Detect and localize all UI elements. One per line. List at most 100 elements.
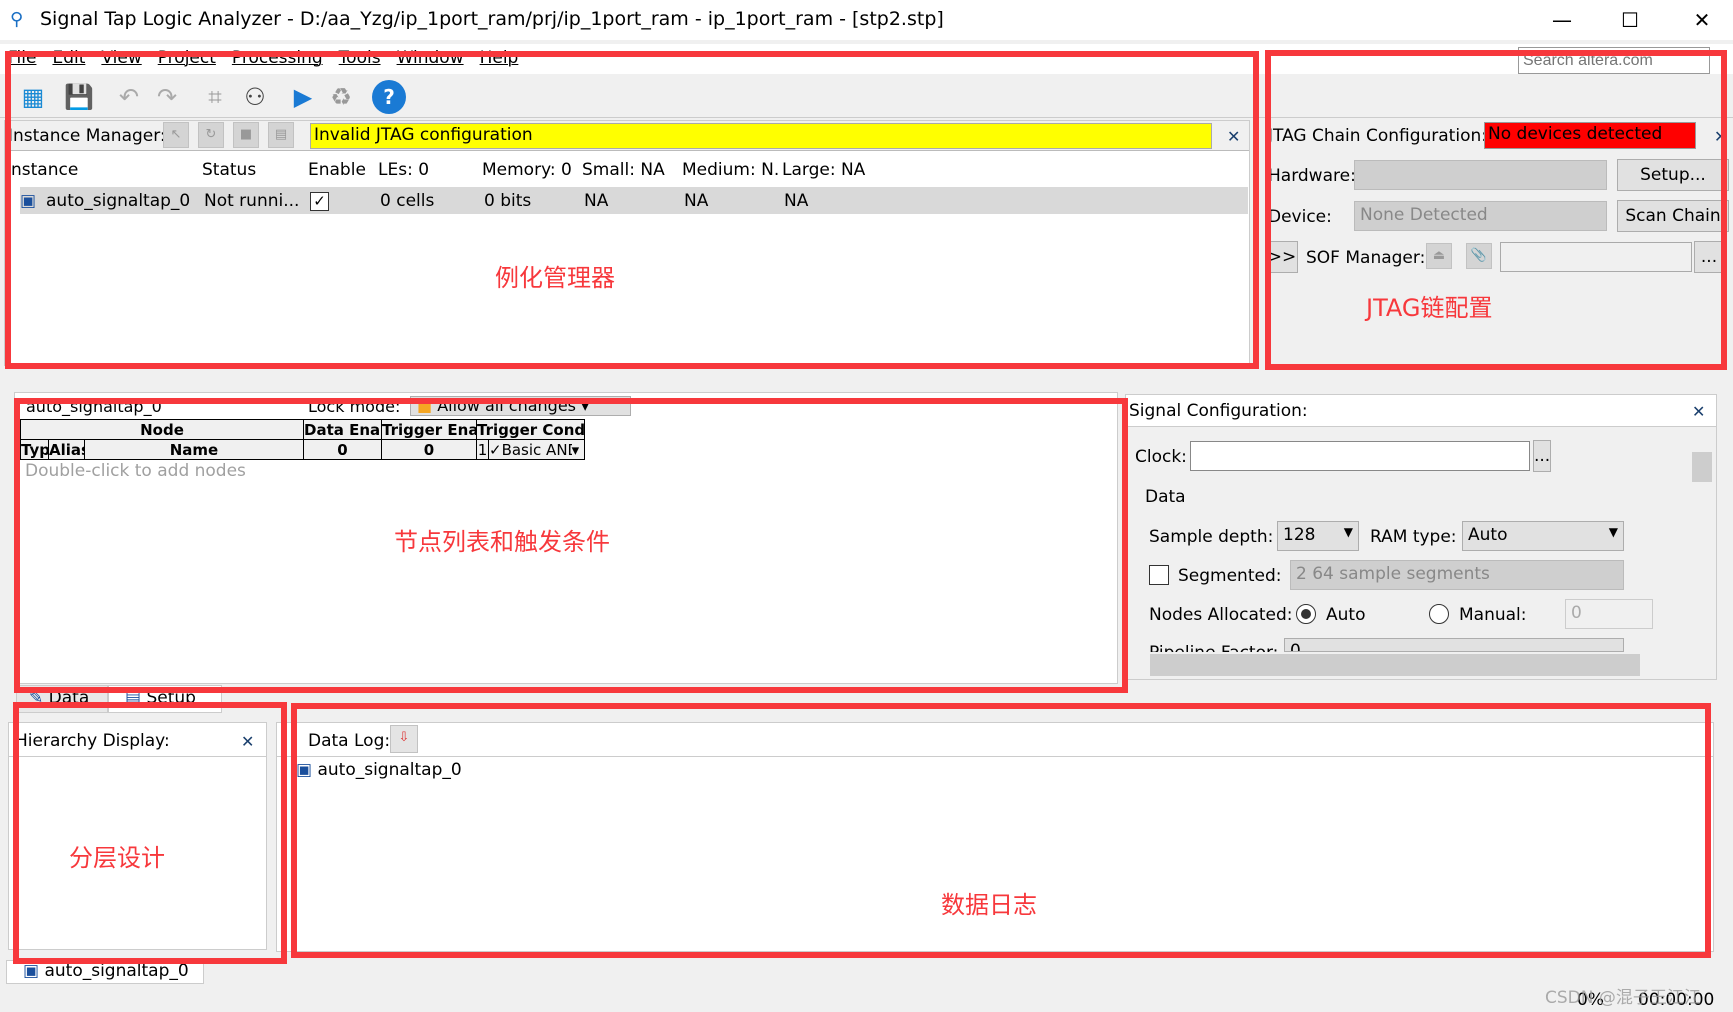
col-alias[interactable]: Alias — [48, 439, 85, 460]
menu-tools[interactable]: Tools — [339, 48, 381, 68]
col-name[interactable]: Name — [84, 439, 304, 460]
data-log-title: Data Log: — [308, 731, 391, 751]
setup-button[interactable]: Setup... — [1617, 159, 1729, 191]
col-memory[interactable]: Memory: 0 — [472, 160, 572, 180]
device-label: Device: — [1268, 207, 1332, 227]
instance-manager-panel — [4, 120, 1250, 366]
col-trigger-enable[interactable]: Trigger Enable — [381, 419, 477, 440]
attach-icon[interactable]: 📎 — [1466, 243, 1492, 269]
lock-icon: ■ — [417, 396, 438, 415]
menu-window[interactable]: Window — [397, 48, 464, 68]
trigger-condition-value: Basic AND — [501, 440, 572, 459]
tab-data[interactable]: ✎ Data — [16, 685, 108, 713]
close-icon[interactable]: ✕ — [1692, 402, 1705, 421]
instance-name: auto_signaltap_0 — [46, 190, 191, 211]
program-device-icon[interactable]: ⏏ — [1426, 243, 1452, 269]
jtag-status: No devices detected — [1484, 122, 1696, 149]
undo-icon[interactable]: ↶ — [112, 80, 146, 114]
clock-input[interactable] — [1190, 441, 1530, 471]
menu-project[interactable]: Project — [158, 48, 216, 68]
manual-stepper[interactable]: 0 — [1565, 599, 1653, 629]
expand-button[interactable]: >> — [1266, 241, 1298, 273]
menu-view[interactable]: View — [101, 48, 141, 68]
open-instance-icon[interactable]: ▦ — [16, 80, 50, 114]
app-icon: ⚲ — [10, 9, 24, 30]
setup-tab-icon: ▤ — [125, 688, 147, 708]
col-instance[interactable]: Instance — [6, 160, 202, 180]
instance-table-header: Instance Status Enable LEs: 0 Memory: 0 … — [6, 160, 865, 180]
instance-large: NA — [784, 190, 809, 211]
col-status[interactable]: Status — [202, 160, 308, 180]
minimize-button[interactable]: — — [1537, 4, 1587, 36]
close-icon[interactable]: ✕ — [1227, 127, 1240, 146]
autorun-instance-icon[interactable]: ↖ — [163, 122, 189, 148]
close-icon[interactable]: ✕ — [241, 732, 254, 751]
autorun-icon[interactable]: ♻ — [324, 80, 358, 114]
col-les[interactable]: LEs: 0 — [368, 160, 472, 180]
data-enable-count: 0 — [303, 439, 382, 460]
auto-radio[interactable] — [1296, 604, 1316, 624]
stop-icon[interactable]: ■ — [233, 122, 259, 148]
menu-help[interactable]: Help — [480, 48, 519, 68]
close-button[interactable]: ✕ — [1677, 4, 1727, 36]
col-enable[interactable]: Enable — [308, 160, 368, 180]
col-data-enable[interactable]: Data Enable — [303, 419, 382, 440]
sof-browse-button[interactable]: ... — [1694, 241, 1724, 273]
help-icon[interactable]: ? — [372, 80, 406, 114]
ram-type-select[interactable]: Auto ▼ — [1462, 521, 1624, 551]
run-analysis-icon[interactable]: ▶ — [286, 80, 320, 114]
menu-edit[interactable]: Edit — [52, 48, 85, 68]
lock-mode-label: Lock mode: — [308, 397, 401, 416]
node-instance-name: auto_signaltap_0 — [26, 397, 162, 416]
search-input[interactable] — [1518, 47, 1710, 74]
pipeline-select[interactable]: 0 — [1284, 638, 1624, 652]
save-icon[interactable]: 💾 — [62, 80, 96, 114]
tab-setup[interactable]: ▤ Setup — [108, 685, 222, 713]
instance-status: Not runni... — [204, 190, 300, 211]
trigger-condition-select[interactable]: ✓Basic AND▾ — [488, 439, 585, 460]
refresh-icon[interactable]: ↻ — [198, 122, 224, 148]
ram-type-label: RAM type: — [1370, 527, 1457, 547]
instance-status-banner: Invalid JTAG configuration — [310, 123, 1212, 149]
clock-label: Clock: — [1135, 447, 1187, 467]
data-log-item[interactable]: ▣ auto_signaltap_0 — [296, 760, 462, 780]
col-trigger-conditions[interactable]: Trigger Conditions — [476, 419, 585, 440]
col-large[interactable]: Large: NA — [772, 160, 865, 180]
window-title: Signal Tap Logic Analyzer - D:/aa_Yzg/ip… — [40, 8, 944, 30]
manual-radio[interactable] — [1429, 604, 1449, 624]
close-icon[interactable]: ✕ — [1714, 127, 1727, 146]
lock-mode-select[interactable]: ■ Allow all changes ▾ — [410, 396, 631, 416]
clock-browse-button[interactable]: ... — [1533, 440, 1551, 472]
segmented-checkbox[interactable] — [1149, 565, 1169, 585]
watermark: CSDN @混子王江江 — [1545, 988, 1701, 1008]
annotation-jtag: JTAG链配置 — [1366, 294, 1493, 322]
menu-file[interactable]: File — [8, 48, 36, 68]
col-small[interactable]: Small: NA — [572, 160, 672, 180]
sample-depth-select[interactable]: 128 ▼ — [1277, 521, 1359, 551]
hardware-select[interactable] — [1354, 160, 1607, 190]
horizontal-scrollbar[interactable] — [1150, 654, 1640, 676]
col-medium[interactable]: Medium: N. — [672, 160, 779, 180]
bottom-tab-label: auto_signaltap_0 — [44, 961, 189, 981]
sof-file-input[interactable] — [1500, 242, 1692, 272]
segments-select[interactable]: 2 64 sample segments — [1290, 560, 1624, 590]
menu-processing[interactable]: Processing — [232, 48, 323, 68]
binoculars-icon[interactable]: ⚇ — [238, 80, 272, 114]
manual-label: Manual: — [1459, 605, 1527, 625]
scan-chain-button[interactable]: Scan Chain — [1617, 200, 1729, 232]
add-nodes-hint[interactable]: Double-click to add nodes — [25, 461, 246, 481]
hierarchy-title: Hierarchy Display: — [15, 731, 170, 751]
vertical-scrollbar[interactable] — [1692, 432, 1712, 652]
node-finder-icon[interactable]: ⌗ — [198, 80, 232, 114]
device-select[interactable]: None Detected — [1354, 201, 1607, 231]
read-log-icon[interactable]: ⇩ — [390, 725, 418, 753]
col-type[interactable]: Type — [20, 439, 49, 460]
instance-row[interactable]: ▣ auto_signaltap_0 Not runni... ✓ 0 cell… — [20, 187, 1248, 214]
redo-icon[interactable]: ↷ — [150, 80, 184, 114]
tab-data-label: Data — [48, 688, 90, 708]
read-data-icon[interactable]: ▤ — [268, 122, 294, 148]
maximize-button[interactable]: ☐ — [1605, 4, 1655, 36]
data-log-item-label: auto_signaltap_0 — [317, 760, 462, 780]
enable-checkbox[interactable]: ✓ — [310, 191, 370, 211]
bottom-instance-tab[interactable]: ▣ auto_signaltap_0 — [6, 960, 204, 984]
